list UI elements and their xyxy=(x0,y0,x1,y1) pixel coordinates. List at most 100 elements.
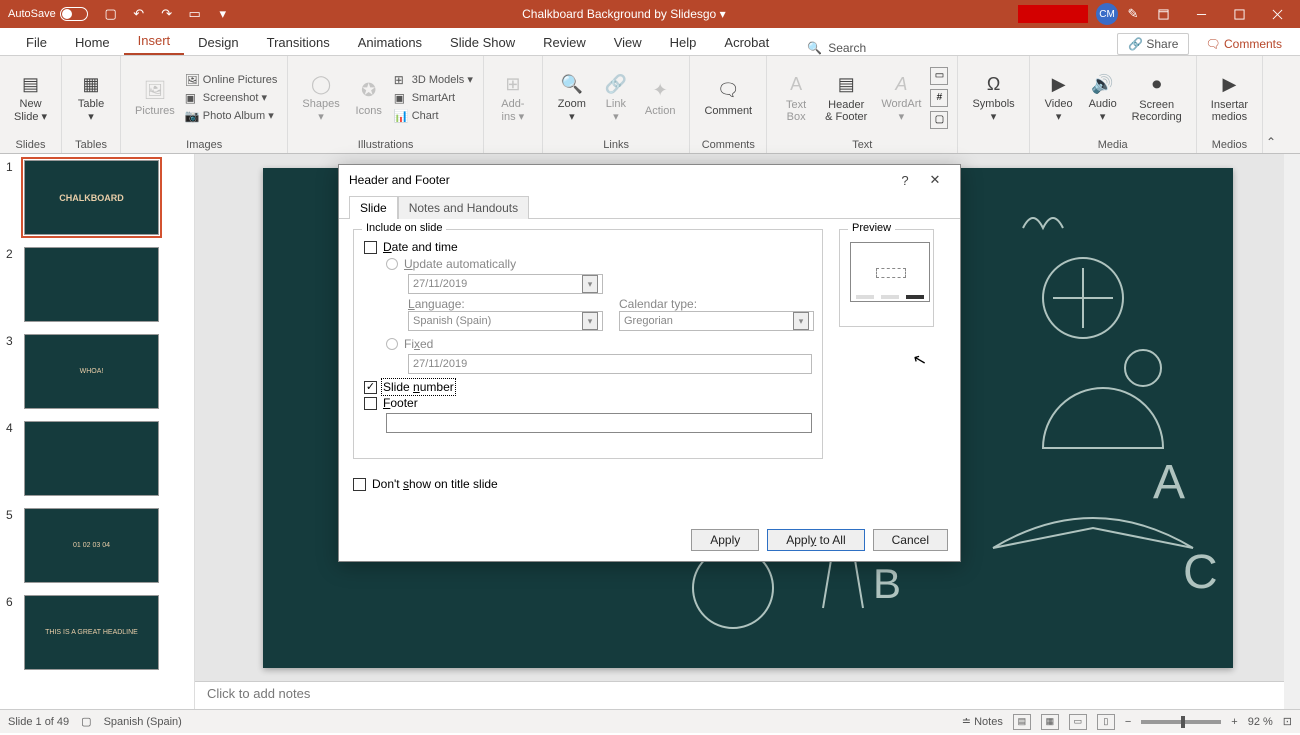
insertar-medios-button[interactable]: ▶Insertar medios xyxy=(1205,71,1254,125)
accessibility-icon[interactable]: ▢ xyxy=(81,715,91,728)
dialog-close-icon[interactable]: ✕ xyxy=(920,172,950,188)
textbox-button[interactable]: AText Box xyxy=(775,71,817,125)
sorter-view-icon[interactable]: ▦ xyxy=(1041,714,1059,730)
zoom-in-icon[interactable]: + xyxy=(1231,716,1237,728)
footer-checkbox[interactable] xyxy=(364,397,377,410)
fit-to-window-icon[interactable]: ⊡ xyxy=(1283,715,1292,728)
object-icon[interactable]: ▢ xyxy=(930,111,948,129)
tab-acrobat[interactable]: Acrobat xyxy=(710,30,783,55)
tab-home[interactable]: Home xyxy=(61,30,124,55)
3d-models-button[interactable]: ⊞3D Models ▾ xyxy=(392,71,475,89)
apply-button[interactable]: Apply xyxy=(691,529,759,551)
wordart-button[interactable]: AWordArt ▾ xyxy=(875,70,927,125)
table-button[interactable]: ▦Table ▾ xyxy=(70,70,112,125)
minimize-icon[interactable] xyxy=(1186,0,1216,28)
present-icon[interactable]: ▭ xyxy=(188,7,202,21)
thumbnail-6[interactable]: THIS IS A GREAT HEADLINE xyxy=(24,595,159,670)
screenshot-button[interactable]: ▣Screenshot ▾ xyxy=(183,89,280,107)
slide-number-checkbox[interactable] xyxy=(364,381,377,394)
screen-recording-button[interactable]: ⏺Screen Recording xyxy=(1126,71,1188,125)
share-button[interactable]: 🔗 Share xyxy=(1117,33,1189,55)
tab-slideshow[interactable]: Slide Show xyxy=(436,30,529,55)
dont-show-title-checkbox[interactable] xyxy=(353,478,366,491)
language-status[interactable]: Spanish (Spain) xyxy=(104,716,182,728)
thumbnail-2[interactable] xyxy=(24,247,159,322)
thumbnail-5[interactable]: 01 02 03 04 xyxy=(24,508,159,583)
qat-more-icon[interactable]: ▾ xyxy=(216,7,230,21)
zoom-slider[interactable] xyxy=(1141,720,1221,724)
photo-album-button[interactable]: 📷Photo Album ▾ xyxy=(183,107,280,125)
normal-view-icon[interactable]: ▤ xyxy=(1013,714,1031,730)
action-button[interactable]: ✦Action xyxy=(639,77,682,119)
symbols-button[interactable]: ΩSymbols ▾ xyxy=(966,70,1020,125)
redo-icon[interactable]: ↷ xyxy=(160,7,174,21)
save-icon[interactable]: ▢ xyxy=(104,7,118,21)
apply-to-all-button[interactable]: Apply to All xyxy=(767,529,864,551)
action-icon: ✦ xyxy=(648,79,672,103)
dialog-tab-slide[interactable]: Slide xyxy=(349,196,398,219)
pictures-button[interactable]: 🖼Pictures xyxy=(129,77,181,119)
date-time-icon[interactable]: ▭ xyxy=(930,67,948,85)
tab-transitions[interactable]: Transitions xyxy=(253,30,344,55)
shapes-button[interactable]: ◯Shapes ▾ xyxy=(296,70,345,125)
update-auto-radio[interactable] xyxy=(386,258,398,270)
avatar[interactable]: CM xyxy=(1096,3,1118,25)
addins-button[interactable]: ⊞Add- ins ▾ xyxy=(492,70,534,125)
zoom-button[interactable]: 🔍Zoom ▾ xyxy=(551,70,593,125)
autosave-toggle[interactable]: AutoSave xyxy=(8,7,88,21)
online-pictures-button[interactable]: 🖼Online Pictures xyxy=(183,71,280,89)
thumbnail-1[interactable]: CHALKBOARD xyxy=(24,160,159,235)
smartart-icon: ▣ xyxy=(394,91,408,105)
maximize-icon[interactable] xyxy=(1224,0,1254,28)
search-button[interactable]: 🔍 Search xyxy=(807,41,866,55)
icons-button[interactable]: ✪Icons xyxy=(348,77,390,119)
tab-view[interactable]: View xyxy=(600,30,656,55)
tab-review[interactable]: Review xyxy=(529,30,600,55)
thumbnail-4[interactable] xyxy=(24,421,159,496)
comment-button[interactable]: 🗨Comment xyxy=(698,77,758,119)
editor-scrollbar[interactable] xyxy=(1284,154,1300,709)
reading-view-icon[interactable]: ▭ xyxy=(1069,714,1087,730)
close-icon[interactable] xyxy=(1262,0,1292,28)
language-select[interactable]: Spanish (Spain)▾ xyxy=(408,311,603,331)
chart-button[interactable]: 📊Chart xyxy=(392,107,475,125)
group-links-label: Links xyxy=(551,137,682,153)
user-name[interactable] xyxy=(1018,5,1088,23)
tab-help[interactable]: Help xyxy=(656,30,711,55)
footer-input[interactable] xyxy=(386,413,812,433)
ribbon-display-icon[interactable] xyxy=(1148,0,1178,28)
collapse-ribbon-icon[interactable]: ⌃ xyxy=(1263,56,1279,153)
link-button[interactable]: 🔗Link ▾ xyxy=(595,70,637,125)
calendar-select[interactable]: Gregorian▾ xyxy=(619,311,814,331)
notes-toggle[interactable]: ≐ Notes xyxy=(962,715,1003,728)
fixed-date-input[interactable]: 27/11/2019 xyxy=(408,354,812,374)
tab-insert[interactable]: Insert xyxy=(124,28,185,55)
tab-animations[interactable]: Animations xyxy=(344,30,436,55)
new-slide-button[interactable]: ▤New Slide ▾ xyxy=(8,70,53,125)
thumb-num: 1 xyxy=(6,160,20,235)
slide-thumbnails[interactable]: 1CHALKBOARD 2 3WHOA! 4 501 02 03 04 6THI… xyxy=(0,154,195,709)
tab-file[interactable]: File xyxy=(12,30,61,55)
zoom-level[interactable]: 92 % xyxy=(1248,716,1273,728)
header-footer-button[interactable]: ▤Header & Footer xyxy=(819,71,873,125)
smartart-button[interactable]: ▣SmartArt xyxy=(392,89,475,107)
dialog-help-icon[interactable]: ? xyxy=(890,173,920,188)
cancel-button[interactable]: Cancel xyxy=(873,529,948,551)
thumbnail-3[interactable]: WHOA! xyxy=(24,334,159,409)
fixed-radio[interactable] xyxy=(386,338,398,350)
link-icon: 🔗 xyxy=(604,72,628,96)
slideshow-view-icon[interactable]: ▯ xyxy=(1097,714,1115,730)
dialog-tab-notes[interactable]: Notes and Handouts xyxy=(398,196,529,219)
undo-icon[interactable]: ↶ xyxy=(132,7,146,21)
audio-button[interactable]: 🔊Audio ▾ xyxy=(1082,70,1124,125)
comments-button[interactable]: 🗨 Comments xyxy=(1199,34,1288,54)
date-time-checkbox[interactable] xyxy=(364,241,377,254)
zoom-out-icon[interactable]: − xyxy=(1125,716,1131,728)
notes-input[interactable]: Click to add notes xyxy=(195,681,1300,709)
date-format-select[interactable]: 27/11/2019▾ xyxy=(408,274,603,294)
pen-icon[interactable]: ✎ xyxy=(1126,7,1140,21)
video-button[interactable]: ▶Video ▾ xyxy=(1038,70,1080,125)
document-title[interactable]: Chalkboard Background by Slidesgo ▾ xyxy=(230,7,1018,21)
tab-design[interactable]: Design xyxy=(184,30,252,55)
slide-number-icon[interactable]: # xyxy=(930,89,948,107)
